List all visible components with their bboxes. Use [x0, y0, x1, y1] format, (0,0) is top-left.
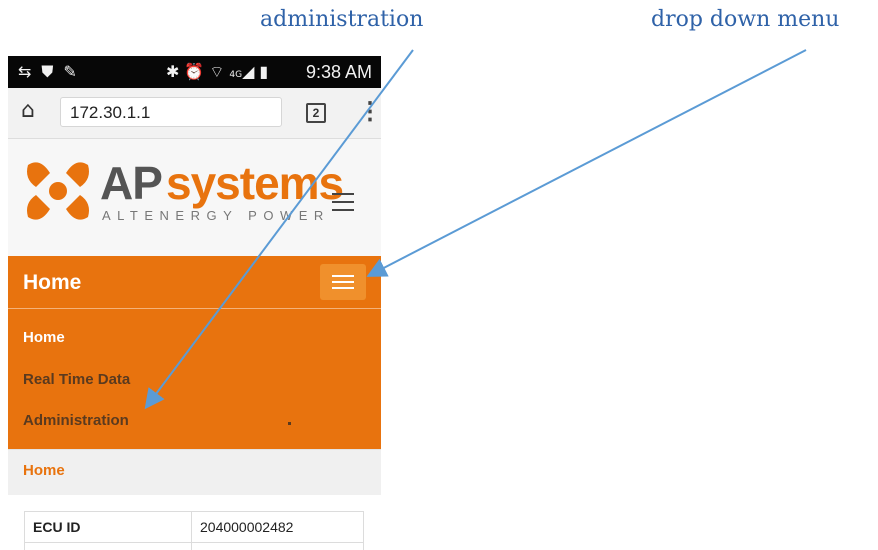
status-bar: ⇆⛊✎ ✱⏰⌔4G◢▮ 9:38 AM: [8, 56, 381, 88]
site-header: AP systems ALTENERGY POWER: [8, 139, 381, 256]
logo-tagline: ALTENERGY POWER: [102, 208, 330, 223]
home-icon[interactable]: ⌂: [21, 98, 35, 123]
browser-toolbar: ⌂ 172.30.1.1 2 ⋮: [8, 88, 381, 139]
logo-text-systems: systems: [166, 157, 344, 209]
annotation-drop-down-menu: drop down menu: [651, 7, 840, 32]
logo-text-ap: AP: [100, 157, 163, 209]
hamburger-icon[interactable]: [332, 193, 354, 217]
edit-icon: ✎: [63, 62, 87, 81]
status-right-icons: ✱⏰⌔4G◢▮: [166, 62, 273, 82]
info-table: ECU ID 204000002482: [24, 511, 364, 550]
nav-divider: [8, 308, 381, 309]
overflow-menu-icon[interactable]: ⋮: [358, 97, 381, 126]
breadcrumb: Home: [8, 449, 381, 496]
wifi-icon: ⌔: [209, 62, 230, 81]
signal-icon: ◢: [242, 62, 260, 81]
battery-icon: ▮: [259, 62, 274, 81]
alarm-icon: ⏰: [184, 62, 210, 81]
page-heading: Home: [23, 271, 82, 294]
nav-panel: Home Home Real Time Data Administration: [8, 256, 381, 449]
status-time: 9:38 AM: [305, 62, 372, 82]
table-row: [24, 542, 364, 550]
status-left-icons: ⇆⛊✎: [18, 62, 87, 82]
main-content: ECU ID 204000002482: [8, 495, 381, 550]
menu-toggle-button[interactable]: [320, 264, 366, 300]
phone-screenshot: ⇆⛊✎ ✱⏰⌔4G◢▮ 9:38 AM ⌂ 172.30.1.1 2 ⋮ AP …: [8, 56, 381, 550]
menu-item-administration[interactable]: Administration: [23, 412, 129, 429]
shield-icon: ⛊: [41, 62, 64, 81]
cursor-dot: [288, 422, 291, 425]
tab-count-button[interactable]: 2: [306, 103, 326, 123]
breadcrumb-label: Home: [23, 462, 65, 479]
menu-item-real-time-data[interactable]: Real Time Data: [23, 371, 130, 388]
bluetooth-icon: ✱: [166, 62, 185, 81]
sync-icon: ⇆: [18, 62, 42, 81]
url-field[interactable]: 172.30.1.1: [60, 97, 282, 127]
row-value: 204000002482: [191, 511, 364, 543]
annotation-administration: administration: [260, 7, 424, 32]
menu-item-home[interactable]: Home: [23, 329, 65, 346]
table-row: ECU ID 204000002482: [24, 511, 364, 543]
row-label: ECU ID: [24, 511, 192, 543]
network-type: 4G: [229, 70, 243, 80]
arrow-to-drop-down-menu: [366, 49, 807, 277]
apsystems-logo-mark-icon: [27, 162, 89, 220]
